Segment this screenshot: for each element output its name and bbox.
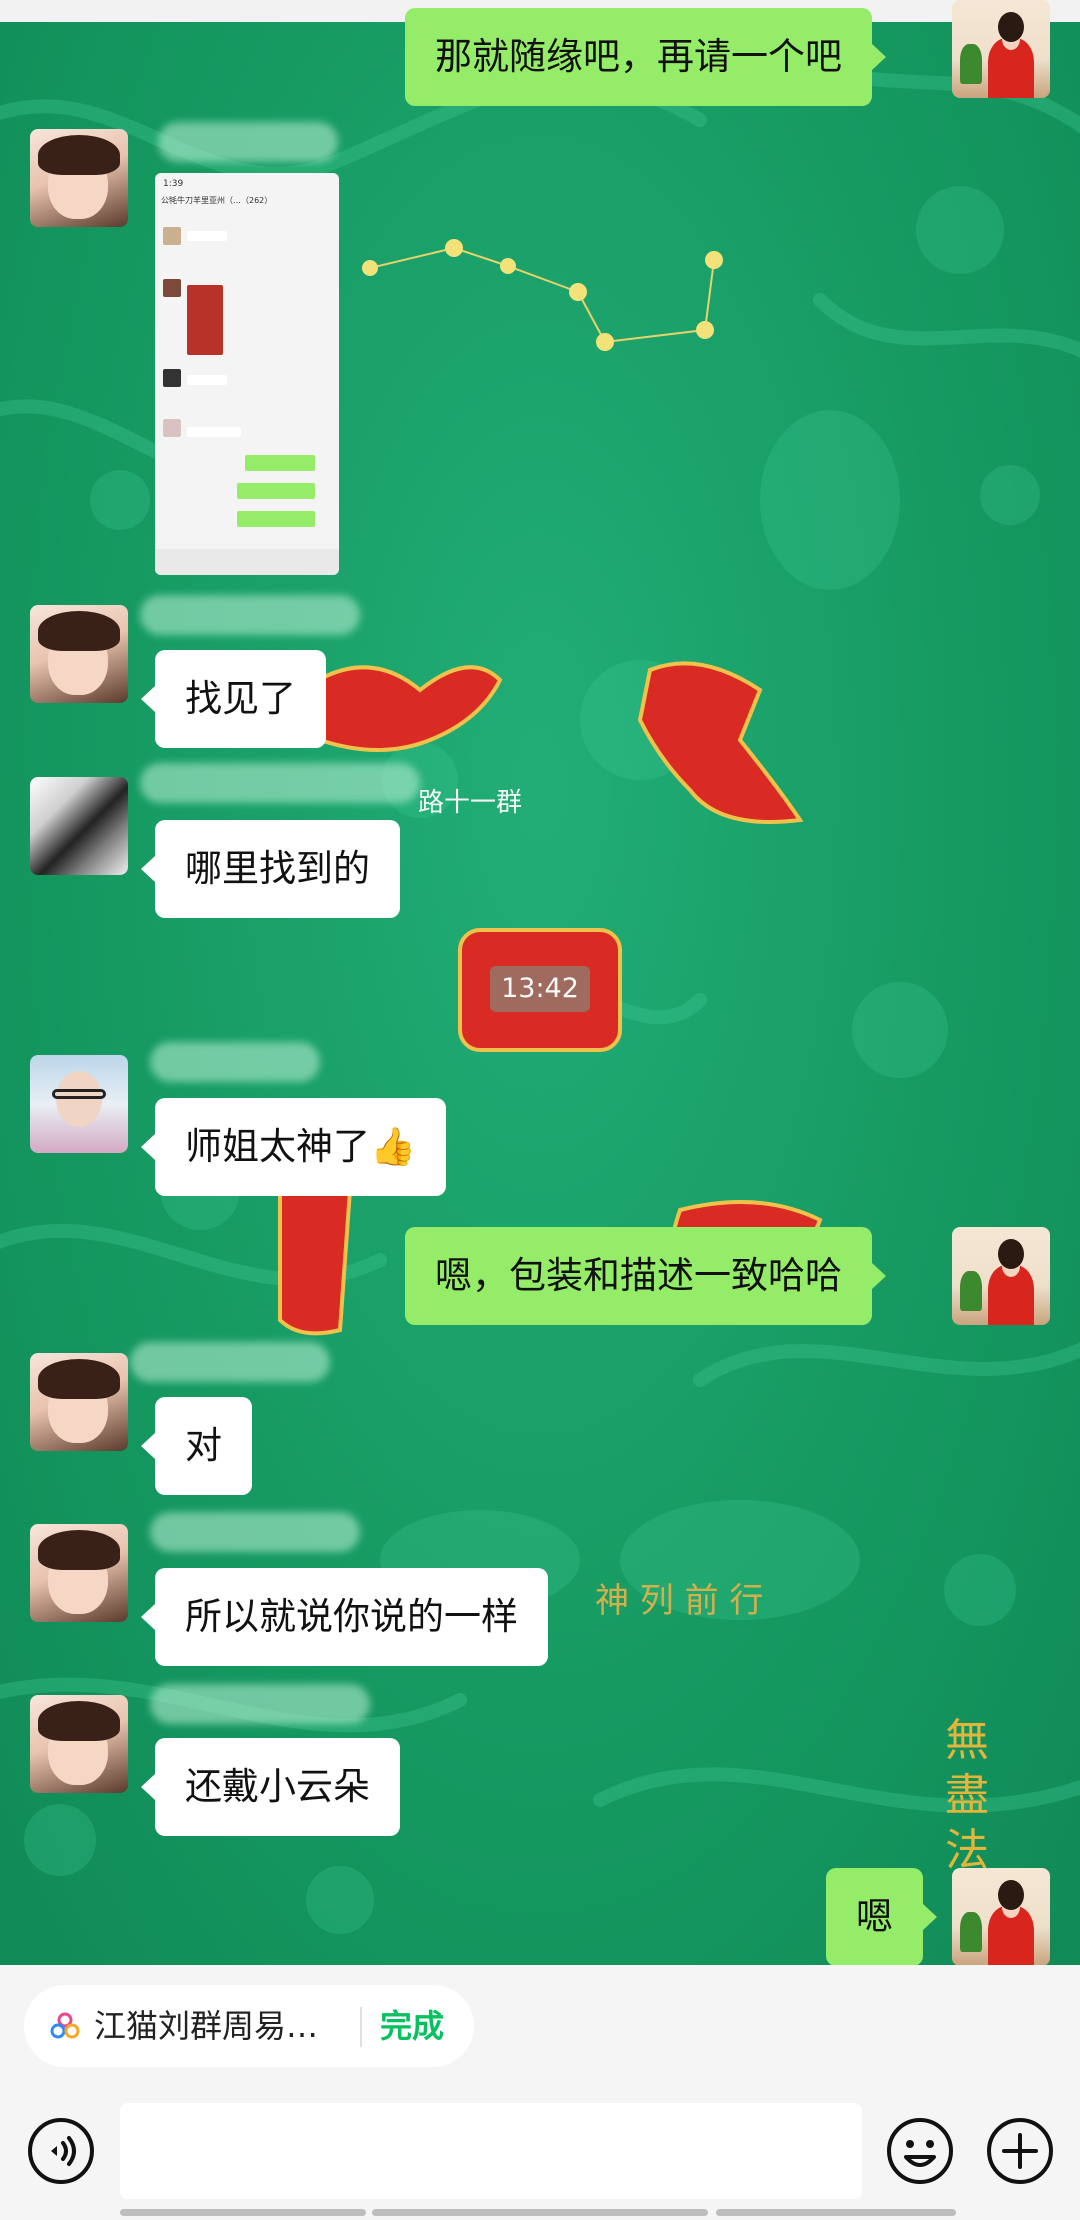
scroll-indicator <box>120 2209 366 2216</box>
message-bubble-in[interactable]: 所以就说你说的一样 <box>141 1568 548 1666</box>
shortcut-chip[interactable]: 江猫刘群周易… 完成 <box>24 1985 474 2067</box>
sender-avatar[interactable] <box>30 1353 128 1451</box>
message-bubble-in[interactable]: 对 <box>141 1397 252 1495</box>
sender-name-blurred <box>158 122 338 162</box>
sender-avatar[interactable] <box>30 605 128 703</box>
screenshot-header: 公牦牛刀羊里亚州（…（262） <box>161 196 273 205</box>
message-bubble-out[interactable]: 嗯，包装和描述一致哈哈 <box>405 1227 886 1325</box>
message-bubble-in[interactable]: 师姐太神了👍 <box>140 1098 447 1196</box>
voice-icon[interactable] <box>27 2117 95 2185</box>
sender-name-blurred <box>140 595 360 635</box>
done-button[interactable]: 完成 <box>380 1985 444 2067</box>
plus-icon[interactable] <box>986 2117 1054 2185</box>
cloud-icon <box>50 2012 80 2039</box>
my-avatar[interactable] <box>952 1227 1050 1325</box>
my-avatar[interactable] <box>952 0 1050 98</box>
sender-name-blurred <box>140 763 420 803</box>
message-bubble-in[interactable]: 找见了 <box>141 650 326 748</box>
message-bubble-out[interactable]: 嗯 <box>826 1868 937 1966</box>
sender-name-blurred <box>150 1512 360 1552</box>
emoji-icon[interactable] <box>886 2117 954 2185</box>
screenshot-image-message[interactable]: 1:39 公牦牛刀羊里亚州（…（262） <box>155 173 339 575</box>
sender-avatar[interactable] <box>30 1055 128 1153</box>
message-input[interactable] <box>120 2103 862 2199</box>
scroll-indicator <box>372 2209 708 2216</box>
bg-motto-text: 神 列 前 行 <box>595 1581 763 1621</box>
sender-avatar[interactable] <box>30 129 128 227</box>
message-bubble-in[interactable]: 还戴小云朵 <box>141 1738 400 1836</box>
sender-name-blurred <box>150 1042 320 1082</box>
chat-timestamp: 13:42 <box>490 966 590 1012</box>
message-bubble-in[interactable]: 哪里找到的 <box>141 820 400 918</box>
my-avatar[interactable] <box>952 1868 1050 1966</box>
sender-name-blurred <box>130 1342 330 1382</box>
chip-divider <box>360 2007 362 2047</box>
group-name-fragment: 路十一群 <box>418 788 523 818</box>
sender-avatar[interactable] <box>30 777 128 875</box>
message-bubble-out[interactable]: 那就随缘吧，再请一个吧 <box>405 8 886 106</box>
sender-avatar[interactable] <box>30 1695 128 1793</box>
shortcut-title: 江猫刘群周易… <box>94 2007 319 2045</box>
svg-text:無: 無 <box>945 1715 989 1766</box>
sender-name-blurred <box>150 1684 370 1724</box>
svg-text:盡: 盡 <box>945 1770 989 1821</box>
scroll-indicator <box>716 2209 956 2216</box>
sender-avatar[interactable] <box>30 1524 128 1622</box>
screenshot-time: 1:39 <box>163 179 184 189</box>
